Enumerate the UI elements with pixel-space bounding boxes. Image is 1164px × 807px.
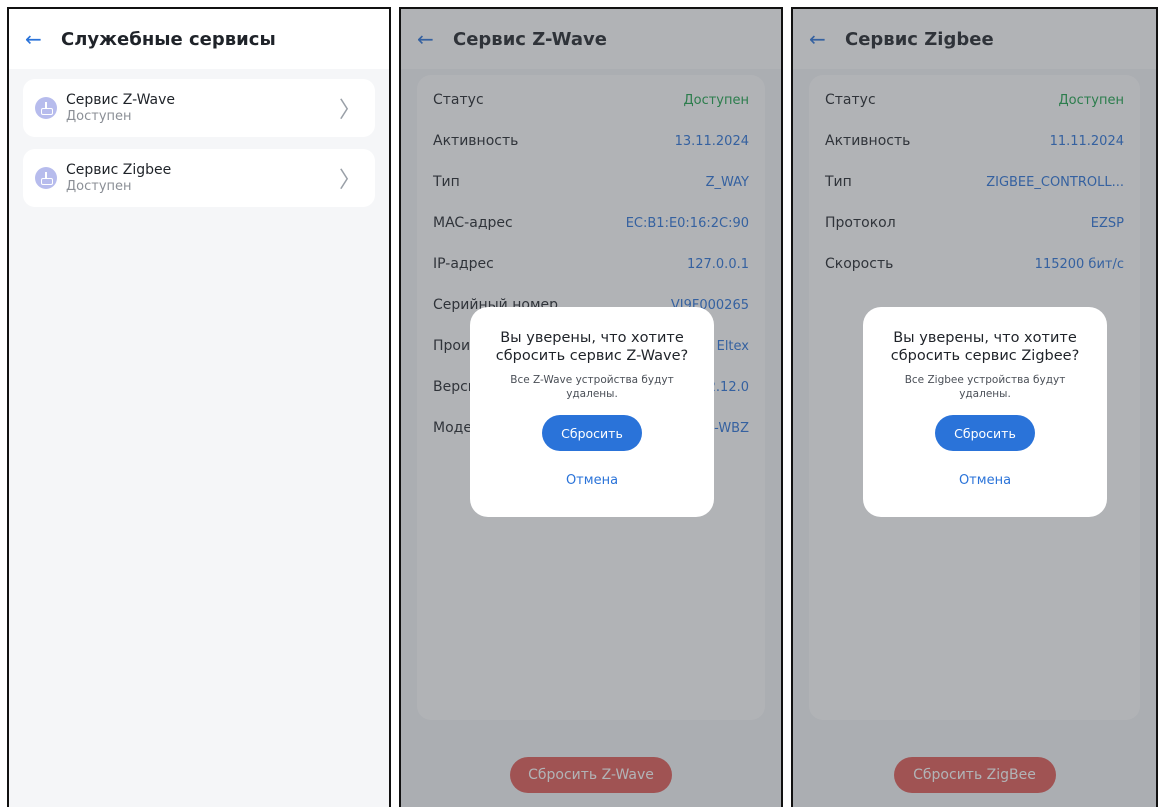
- router-icon: [35, 167, 57, 189]
- chevron-right-icon: 〉: [338, 98, 361, 123]
- service-status: Доступен: [66, 108, 132, 124]
- chevron-right-icon: 〉: [338, 168, 361, 193]
- reset-confirm-dialog: Вы уверены, что хотите сбросить сервис Z…: [863, 307, 1107, 517]
- services-list-screen: ← Служебные сервисы Сервис Z-Wave Доступ…: [7, 7, 391, 807]
- cancel-button[interactable]: Отмена: [470, 473, 714, 488]
- confirm-reset-button[interactable]: Сбросить: [542, 415, 642, 451]
- zwave-service-screen: ← Сервис Z-Wave Статус Доступен Активнос…: [399, 7, 783, 807]
- dialog-message: Все Z-Wave устройства будут удалены.: [510, 374, 674, 400]
- confirm-reset-button[interactable]: Сбросить: [935, 415, 1035, 451]
- top-bar: ← Служебные сервисы: [9, 9, 389, 69]
- dialog-message: Все Zigbee устройства будут удалены.: [904, 374, 1066, 400]
- back-arrow-icon[interactable]: ←: [25, 29, 53, 49]
- cancel-button[interactable]: Отмена: [863, 473, 1107, 488]
- service-name: Сервис Zigbee: [66, 161, 172, 178]
- service-item-zwave[interactable]: Сервис Z-Wave Доступен 〉: [23, 79, 375, 137]
- zigbee-service-screen: ← Сервис Zigbee Статус Доступен Активнос…: [791, 7, 1158, 807]
- service-item-zigbee[interactable]: Сервис Zigbee Доступен 〉: [23, 149, 375, 207]
- reset-confirm-dialog: Вы уверены, что хотите сбросить сервис Z…: [470, 307, 714, 517]
- page-title: Служебные сервисы: [61, 28, 276, 50]
- router-icon: [35, 97, 57, 119]
- service-name: Сервис Z-Wave: [66, 91, 176, 108]
- dialog-title: Вы уверены, что хотите сбросить сервис Z…: [495, 330, 689, 364]
- dialog-title: Вы уверены, что хотите сбросить сервис Z…: [890, 330, 1080, 364]
- service-status: Доступен: [66, 178, 132, 194]
